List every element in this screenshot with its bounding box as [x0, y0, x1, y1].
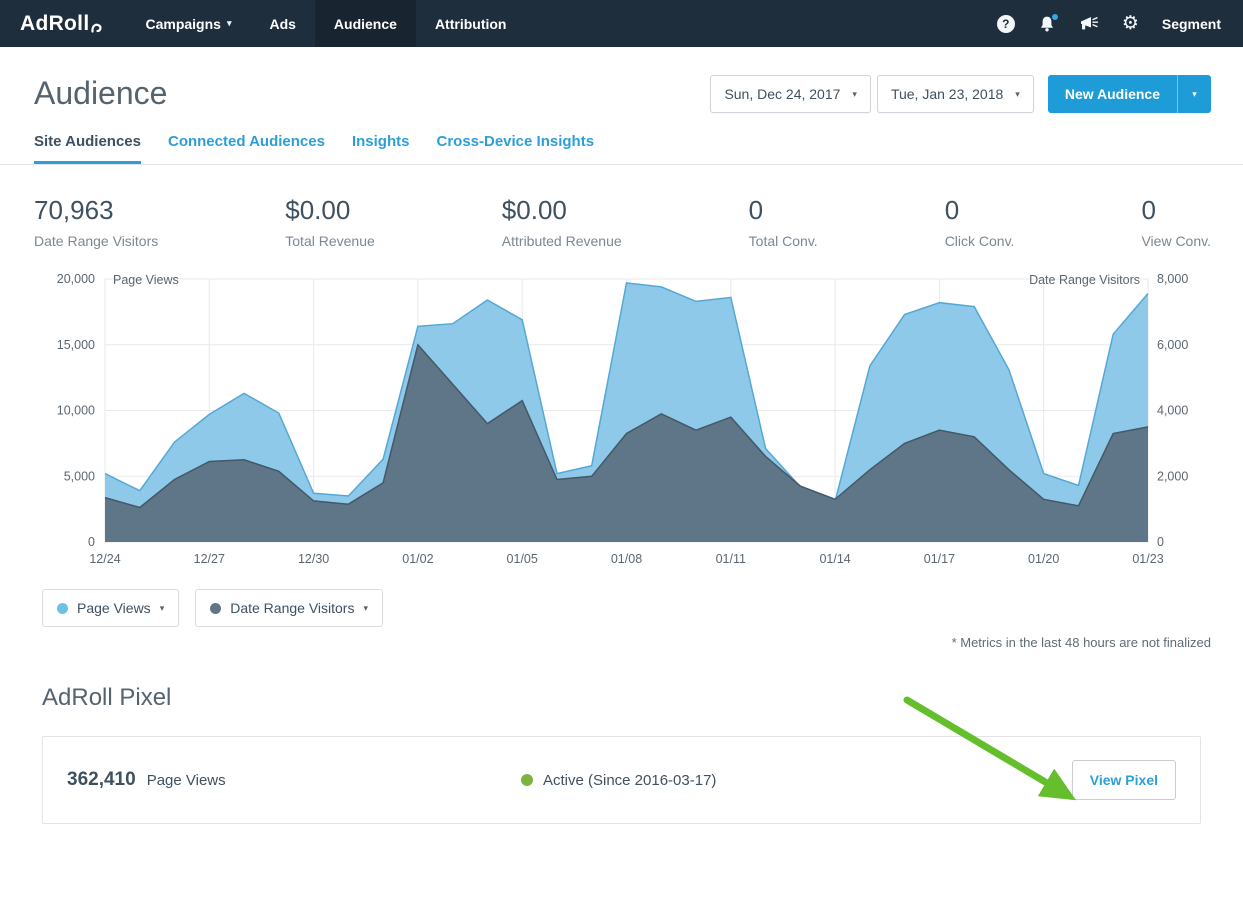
start-date-dropdown[interactable]: Sun, Dec 24, 2017 ▾ [710, 75, 871, 113]
page-title: Audience [34, 75, 167, 112]
date-range-visitors-dot [210, 603, 221, 614]
status-dot [521, 774, 533, 786]
x-axis-tick: 12/27 [194, 552, 225, 565]
audience-tabs: Site Audiences Connected Audiences Insig… [0, 133, 1243, 165]
left-axis-tick: 0 [88, 535, 95, 549]
nav-audience[interactable]: Audience [315, 0, 416, 47]
right-axis-tick: 8,000 [1157, 272, 1188, 286]
stat-attributed-revenue: $0.00 Attributed Revenue [502, 195, 622, 249]
nav-campaigns[interactable]: Campaigns ▾ [126, 0, 250, 47]
pixel-card: 362,410 Page Views Active (Since 2016-03… [42, 736, 1201, 824]
x-axis-tick: 12/30 [298, 552, 329, 565]
left-axis-tick: 5,000 [64, 469, 95, 483]
tab-connected-audiences[interactable]: Connected Audiences [168, 133, 325, 164]
stat-total-revenue: $0.00 Total Revenue [285, 195, 375, 249]
end-date-dropdown[interactable]: Tue, Jan 23, 2018 ▾ [877, 75, 1034, 113]
tab-site-audiences[interactable]: Site Audiences [34, 133, 141, 164]
traffic-chart: 0 5,000 10,000 15,000 20,000 0 2,000 4,000 6,000… [0, 265, 1243, 565]
right-axis-tick: 2,000 [1157, 469, 1188, 483]
settings-gear-icon[interactable]: ⚙ [1122, 14, 1139, 33]
x-axis-tick: 01/08 [611, 552, 642, 565]
notification-dot [1051, 13, 1059, 21]
megaphone-glyph [1079, 15, 1099, 32]
left-axis-tick: 15,000 [57, 338, 95, 352]
page-views-legend-dropdown[interactable]: Page Views ▾ [42, 589, 179, 627]
chart-area: 0 5,000 10,000 15,000 20,000 0 2,000 4,000 6,000… [0, 265, 1243, 565]
pixel-page-views: 362,410 Page Views [67, 769, 226, 791]
adroll-pixel-section: AdRoll Pixel 362,410 Page Views Active (… [0, 650, 1243, 824]
x-axis-tick: 01/05 [507, 552, 538, 565]
nav-ads[interactable]: Ads [250, 0, 314, 47]
chart-legend: Page Views ▾ Date Range Visitors ▾ [42, 589, 1243, 627]
adroll-logo-text: AdRoll [20, 12, 89, 36]
help-icon[interactable]: ? [997, 15, 1015, 33]
page-views-dot [57, 603, 68, 614]
nav-attribution[interactable]: Attribution [416, 0, 526, 47]
end-date-value: Tue, Jan 23, 2018 [891, 86, 1003, 102]
x-axis-tick: 01/20 [1028, 552, 1059, 565]
chevron-down-icon: ▾ [852, 89, 857, 100]
chevron-down-icon: ▾ [160, 603, 165, 614]
summary-stats: 70,963 Date Range Visitors $0.00 Total R… [0, 165, 1243, 249]
top-navbar: AdRoll Campaigns ▾ Ads Audience Attribut… [0, 0, 1243, 47]
x-axis-tick: 12/24 [89, 552, 120, 565]
new-audience-button[interactable]: New Audience [1048, 75, 1177, 113]
stat-view-conv: 0 View Conv. [1141, 195, 1211, 249]
tab-cross-device-insights[interactable]: Cross-Device Insights [436, 133, 594, 164]
view-pixel-button[interactable]: View Pixel [1072, 760, 1176, 800]
start-date-value: Sun, Dec 24, 2017 [724, 86, 840, 102]
left-axis-title: Page Views [113, 273, 179, 287]
x-axis-tick: 01/14 [819, 552, 850, 565]
chevron-down-icon: ▾ [1015, 89, 1020, 100]
tab-insights[interactable]: Insights [352, 133, 410, 164]
right-axis-tick: 4,000 [1157, 404, 1188, 418]
adroll-logo-mark [91, 20, 102, 33]
x-axis-tick: 01/23 [1132, 552, 1163, 565]
segment-menu[interactable]: Segment [1162, 16, 1221, 32]
stat-total-conv: 0 Total Conv. [749, 195, 818, 249]
x-axis-tick: 01/02 [402, 552, 433, 565]
chevron-down-icon: ▾ [363, 603, 368, 614]
nav-campaigns-label: Campaigns [145, 16, 220, 32]
navbar-right: ? ⚙ Segment [997, 0, 1243, 47]
chevron-down-icon: ▾ [227, 18, 232, 29]
right-axis-title: Date Range Visitors [1029, 273, 1140, 287]
status-text: Active (Since 2016-03-17) [543, 772, 716, 789]
right-axis-tick: 6,000 [1157, 338, 1188, 352]
adroll-logo[interactable]: AdRoll [0, 0, 126, 47]
x-axis-tick: 01/11 [716, 552, 746, 565]
announcements-megaphone-icon[interactable] [1079, 15, 1099, 32]
new-audience-dropdown[interactable]: ▾ [1177, 75, 1211, 113]
date-range-visitors-legend-label: Date Range Visitors [230, 600, 354, 616]
header-controls: Sun, Dec 24, 2017 ▾ Tue, Jan 23, 2018 ▾ … [710, 75, 1211, 113]
pixel-status: Active (Since 2016-03-17) [521, 772, 716, 789]
page-views-legend-label: Page Views [77, 600, 151, 616]
stat-click-conv: 0 Click Conv. [945, 195, 1015, 249]
x-axis-tick: 01/17 [924, 552, 955, 565]
notifications-bell-icon[interactable] [1038, 15, 1056, 33]
date-range-visitors-legend-dropdown[interactable]: Date Range Visitors ▾ [195, 589, 383, 627]
stat-date-range-visitors: 70,963 Date Range Visitors [34, 195, 158, 249]
adroll-pixel-title: AdRoll Pixel [42, 684, 1201, 712]
main-nav: Campaigns ▾ Ads Audience Attribution [126, 0, 525, 47]
left-axis-tick: 20,000 [57, 272, 95, 286]
page-header: Audience Sun, Dec 24, 2017 ▾ Tue, Jan 23… [0, 47, 1243, 113]
left-axis-tick: 10,000 [57, 404, 95, 418]
new-audience-split-button: New Audience ▾ [1048, 75, 1211, 113]
metrics-footnote: * Metrics in the last 48 hours are not f… [0, 635, 1243, 650]
right-axis-tick: 0 [1157, 535, 1164, 549]
